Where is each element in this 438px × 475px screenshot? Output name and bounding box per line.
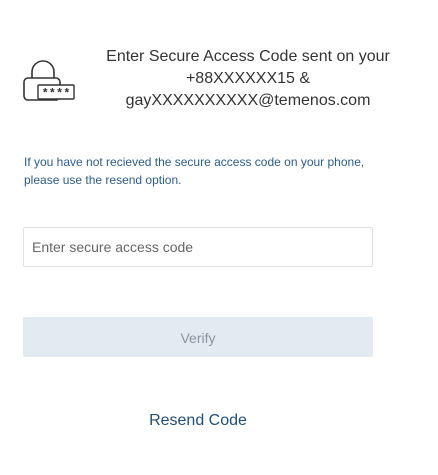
resend-code-link[interactable]: Resend Code bbox=[23, 409, 373, 433]
info-line-1: If you have not recieved the secure acce… bbox=[24, 155, 365, 169]
instruction-heading: Enter Secure Access Code sent on your +8… bbox=[80, 46, 416, 112]
instruction-line-3: gayXXXXXXXXXX@temenos.com bbox=[125, 92, 371, 109]
instruction-line-2: +88XXXXXX15 & bbox=[185, 70, 311, 87]
resend-info-text: If you have not recieved the secure acce… bbox=[24, 153, 424, 189]
info-line-2: please use the resend option. bbox=[24, 173, 182, 187]
instruction-line-1: Enter Secure Access Code sent on your bbox=[106, 48, 390, 65]
verify-button[interactable]: Verify bbox=[23, 317, 373, 357]
lock-code-asterisks: **** bbox=[42, 87, 71, 101]
secure-code-input[interactable] bbox=[23, 227, 373, 267]
secure-code-header: **** Enter Secure Access Code sent on yo… bbox=[20, 44, 420, 120]
lock-code-icon: **** bbox=[23, 60, 75, 101]
